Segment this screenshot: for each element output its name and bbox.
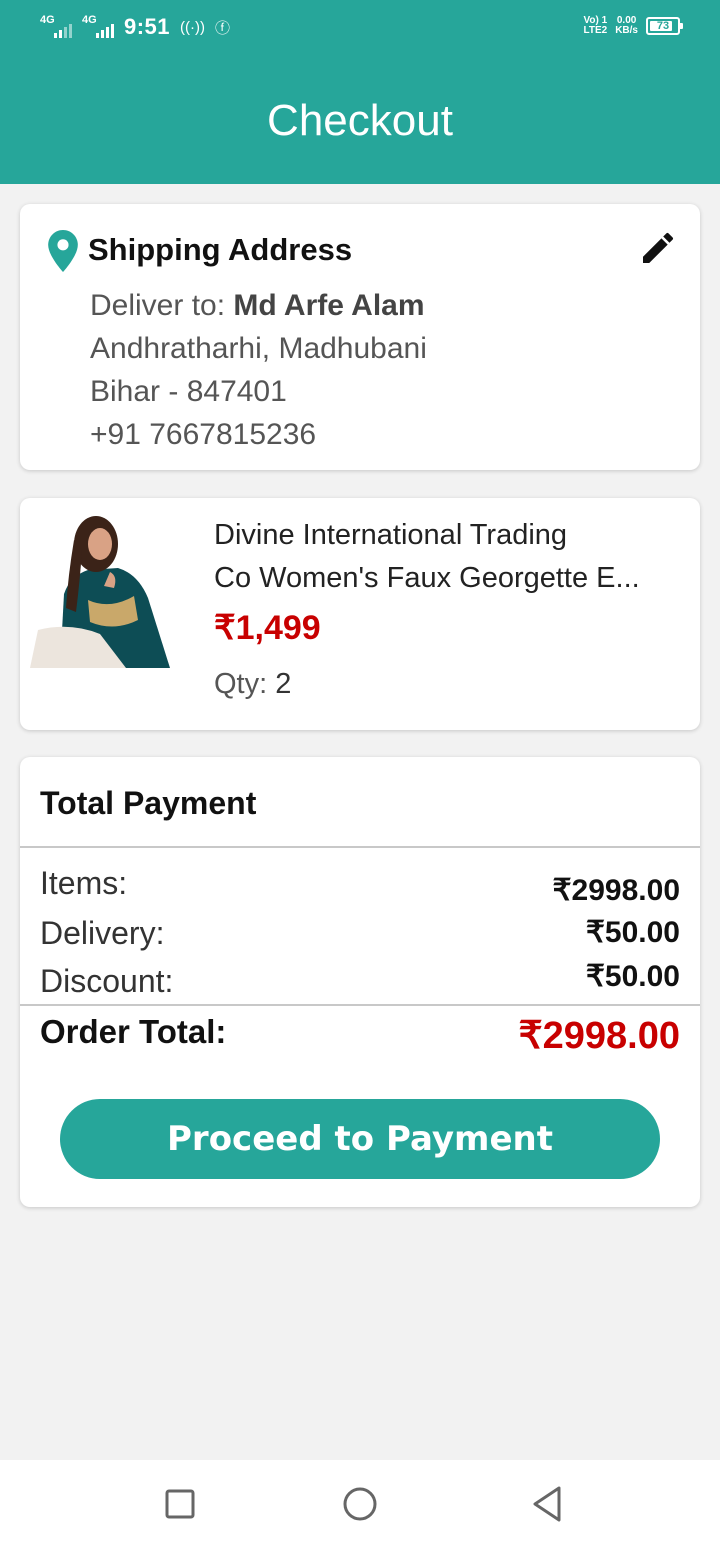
facebook-icon: ⓕ [215,19,231,37]
page-title: Checkout [267,96,453,145]
signal-2-label: 4G [82,14,97,26]
items-label: Items: [40,865,128,901]
quantity-label: Qty: [214,668,268,700]
product-name-line-2: Co Women's Faux Georgette E... [214,562,640,594]
items-row: Items: ₹2998.00 [40,865,680,907]
home-icon[interactable] [340,1484,380,1524]
shipping-address-card: Shipping Address Deliver to: Md Arfe Ala… [20,204,700,470]
product-name-line-1: Divine International Trading [214,519,568,551]
volte-indicator: Vo) 1 LTE2 [583,16,607,36]
discount-value: ₹50.00 [585,960,680,993]
product-card[interactable]: Divine International Trading Co Women's … [20,498,700,730]
order-total-value: ₹2998.00 [518,1015,680,1057]
battery-level: 73 [656,20,670,32]
back-icon[interactable] [528,1484,568,1524]
battery-icon: 73 [646,17,683,35]
discount-label: Discount: [40,963,174,999]
network-speed: 0.00 KB/s [615,16,638,36]
order-total-label: Order Total: [40,1013,227,1050]
address-line-2: Bihar - 847401 [90,375,287,408]
divider [20,1004,700,1006]
speed-unit: KB/s [615,25,638,36]
delivery-row: Delivery: ₹50.00 [40,915,680,952]
status-bar: 4G 4G 9:51 ((·)) ⓕ Vo) 1 LTE2 0.00 KB/s … [0,0,720,58]
edit-pencil-icon[interactable] [638,228,678,268]
volte-line-2: LTE2 [583,25,608,36]
location-pin-icon [48,230,78,272]
product-quantity: Qty: 2 [214,668,291,701]
clock: 9:51 [124,14,171,39]
address-details: Deliver to: Md Arfe Alam Andhratharhi, M… [90,284,427,456]
total-payment-card: Total Payment Items: ₹2998.00 Delivery: … [20,757,700,1207]
signal-2-icon: 4G [82,14,114,40]
order-total-row: Order Total: ₹2998.00 [40,1013,680,1057]
phone-number: +91 7667815236 [90,418,317,451]
signal-1-icon: 4G [40,14,72,40]
product-price: ₹1,499 [214,609,321,647]
discount-row: Discount: ₹50.00 [40,960,680,1000]
items-value: ₹2998.00 [552,874,680,907]
deliver-to-line: Deliver to: Md Arfe Alam [90,284,427,327]
shipping-address-heading: Shipping Address [88,232,353,267]
deliver-to-label: Deliver to: [90,289,226,322]
hotspot-icon: ((·)) [180,18,206,36]
address-line-1: Andhratharhi, Madhubani [90,332,427,365]
product-image [30,510,190,668]
recent-apps-icon[interactable] [160,1484,200,1524]
proceed-to-payment-button[interactable]: Proceed to Payment [60,1099,660,1179]
quantity-value: 2 [275,668,292,700]
recipient-name: Md Arfe Alam [233,289,425,322]
app-header: 4G 4G 9:51 ((·)) ⓕ Vo) 1 LTE2 0.00 KB/s … [0,0,720,184]
product-name: Divine International Trading Co Women's … [214,514,684,600]
signal-1-label: 4G [40,14,55,26]
delivery-label: Delivery: [40,915,165,951]
divider [20,846,700,848]
system-navigation-bar [0,1460,720,1544]
delivery-value: ₹50.00 [585,916,680,949]
total-payment-heading: Total Payment [40,785,257,821]
